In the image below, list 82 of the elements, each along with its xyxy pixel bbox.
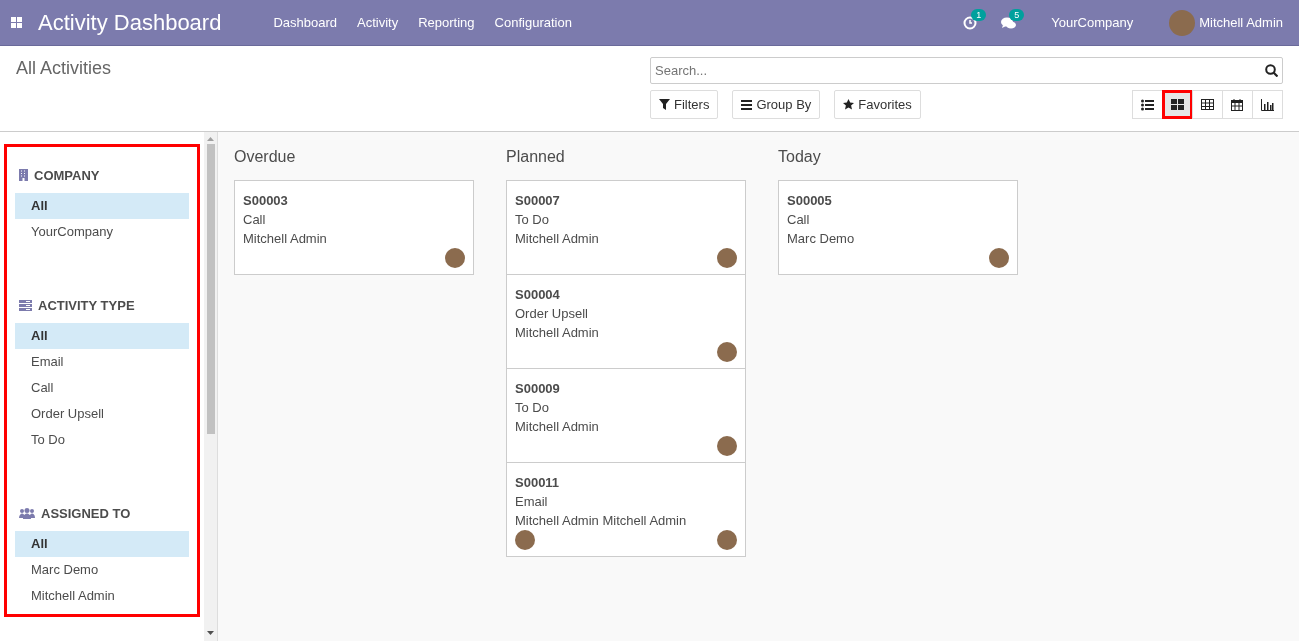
company-switcher[interactable]: YourCompany [1041,15,1144,30]
activity-card[interactable]: S00007 To Do Mitchell Admin [506,180,746,275]
filter-item[interactable]: Mitchell Admin [15,583,190,609]
card-reference: S00003 [243,192,289,210]
stacked-bars-icon [19,299,32,311]
user-menu[interactable]: Mitchell Admin [1199,15,1283,30]
app-title: Activity Dashboard [38,9,222,36]
kanban-view-button[interactable] [1162,90,1193,119]
graph-view-button[interactable] [1252,90,1283,119]
filter-item[interactable]: Order Upsell [15,401,190,427]
card-assignee: Mitchell Admin [515,324,600,342]
apps-grid-icon[interactable] [11,17,22,28]
calendar-view-icon [1231,98,1244,111]
list-view-icon [1141,98,1154,111]
clock-icon[interactable] [963,15,978,30]
avatar [717,342,737,362]
activity-count-badge: 1 [971,8,987,21]
activity-card[interactable]: S00011 Email Mitchell Admin Mitchell Admin [506,462,746,557]
users-icon [19,507,35,519]
card-assignee: Mitchell Admin Mitchell Admin [515,512,688,530]
card-activity-type: Call [787,211,811,229]
scroll-down-arrow-icon[interactable] [207,631,215,635]
funnel-icon [659,99,670,110]
menu-item[interactable]: Activity [347,15,409,30]
card-reference: S00004 [515,286,561,304]
card-activity-type: Order Upsell [515,305,589,323]
avatar [717,248,737,268]
calendar-view-button[interactable] [1222,90,1253,119]
activity-card[interactable]: S00005 Call Marc Demo [778,180,1018,275]
column-title: Today [778,148,822,166]
group-button[interactable]: Group By [732,90,821,119]
card-assignee: Mitchell Admin [243,230,328,248]
column-title: Overdue [234,148,297,166]
table-view-icon [1201,98,1214,111]
filter-item[interactable]: Marc Demo [15,557,190,583]
breadcrumb-title: All Activities [16,58,113,80]
card-activity-type: Email [515,493,549,511]
avatar [989,248,1009,268]
menu-item[interactable]: Dashboard [263,15,348,30]
card-activity-type: To Do [515,211,550,229]
card-reference: S00007 [515,192,561,210]
filter-item[interactable]: To Do [15,427,190,453]
card-activity-type: Call [243,211,267,229]
card-reference: S00011 [515,474,561,492]
kanban-view-icon [1171,98,1184,111]
scrollbar[interactable] [204,132,217,641]
column-title: Planned [506,148,566,166]
card-reference: S00005 [787,192,833,210]
menu-item[interactable]: Configuration [484,15,582,30]
card-reference: S00009 [515,380,561,398]
menu-item[interactable]: Reporting [408,15,485,30]
pivot-view-button[interactable] [1192,90,1223,119]
building-icon [19,169,28,181]
list-view-button[interactable] [1132,90,1163,119]
card-activity-type: To Do [515,399,550,417]
avatar [717,530,737,550]
search-icon[interactable] [1265,64,1278,77]
filter-item[interactable]: All [15,531,190,557]
card-assignee: Mitchell Admin [515,230,600,248]
card-assignee: Marc Demo [787,230,856,248]
activity-card[interactable]: S00004 Order Upsell Mitchell Admin [506,274,746,369]
filter-item[interactable]: Email [15,349,190,375]
avatar [1169,9,1196,36]
filter-item[interactable]: YourCompany [15,219,190,245]
filter-item[interactable]: All [15,323,190,349]
section-heading: ACTIVITY TYPE [38,297,135,313]
bars-icon [741,99,753,110]
filter-item[interactable]: Call [15,375,190,401]
activity-card[interactable]: S00009 To Do Mitchell Admin [506,368,746,463]
avatar [445,248,465,268]
section-heading: ASSIGNED TO [41,505,131,521]
message-count-badge: 5 [1009,9,1025,21]
section-heading: COMPANY [34,167,100,183]
star-icon [843,99,855,110]
favorite-button[interactable]: Favorites [834,90,921,119]
search-field[interactable]: Search... [650,57,1283,84]
bar-chart-view-icon [1261,98,1274,111]
filter-item[interactable]: All [15,193,190,219]
avatar [717,436,737,456]
filter-button[interactable]: Filters [650,90,719,119]
activity-card[interactable]: S00003 Call Mitchell Admin [234,180,474,275]
card-assignee: Mitchell Admin [515,418,600,436]
